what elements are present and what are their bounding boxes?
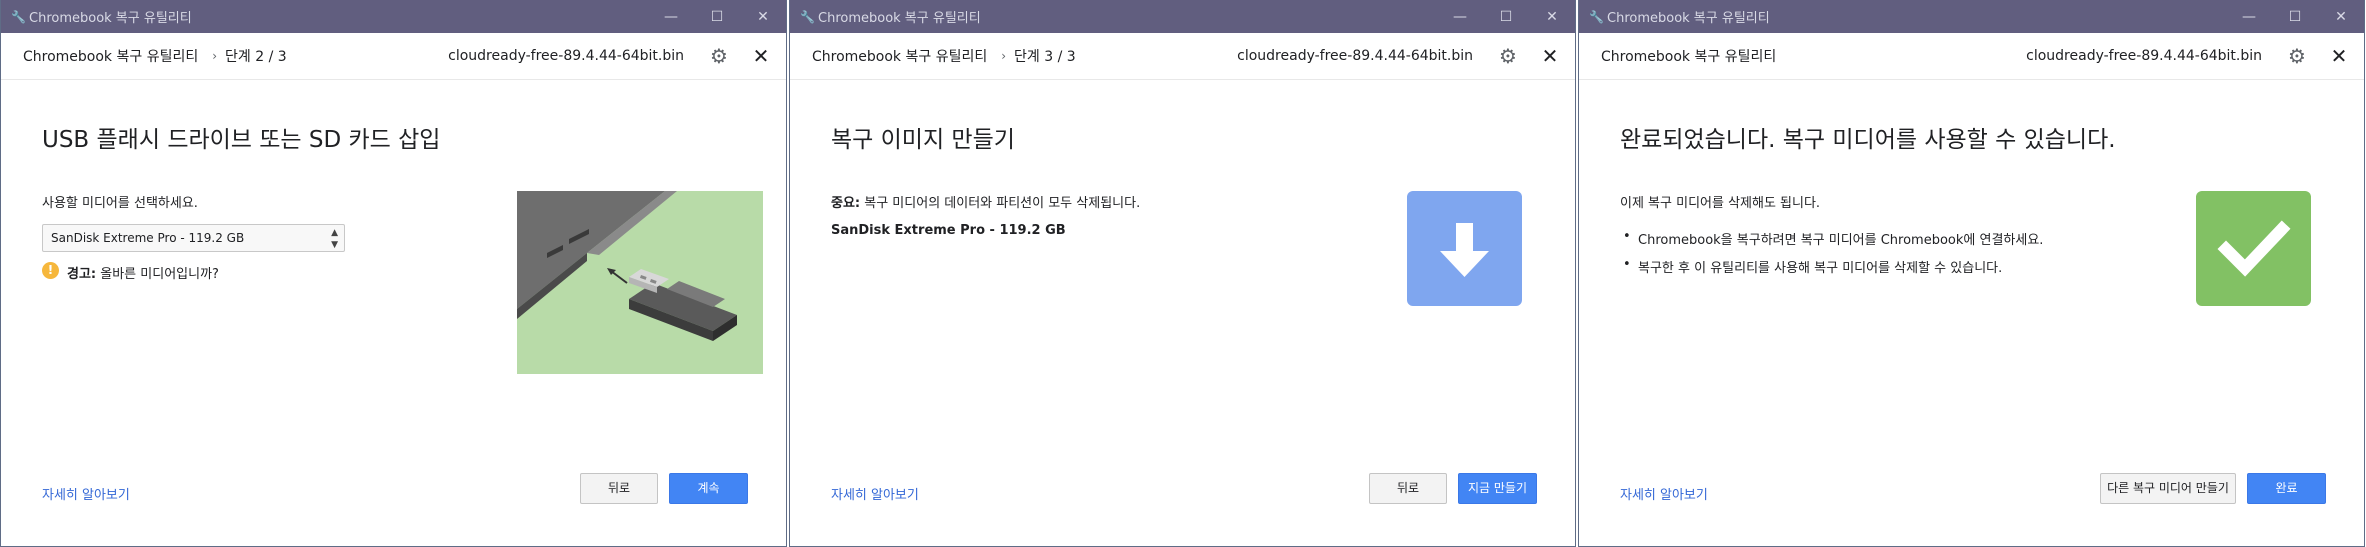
continue-button[interactable]: 계속 [669,473,748,504]
close-icon[interactable]: ✕ [1539,45,1561,67]
create-now-button[interactable]: 지금 만들기 [1458,473,1537,504]
close-icon[interactable]: ✕ [750,45,772,67]
window-title: Chromebook 복구 유틸리티 [1607,11,1770,26]
usb-insert-illustration [517,191,763,374]
maximize-button[interactable]: ☐ [694,9,740,25]
app-name: Chromebook 복구 유틸리티 [23,49,199,65]
page-title: USB 플래시 드라이브 또는 SD 카드 삽입 [42,127,441,153]
list-item: 복구한 후 이 유틸리티를 사용해 복구 미디어를 삭제할 수 있습니다. [1620,257,2043,276]
select-media-prompt: 사용할 미디어를 선택하세요. [42,196,198,211]
recovery-window-step3: 🔧 Chromebook 복구 유틸리티 — ☐ ✕ Chromebook 복구… [789,0,1576,547]
title-bar[interactable]: 🔧 Chromebook 복구 유틸리티 — ☐ ✕ [1579,0,2364,33]
app-header: Chromebook 복구 유틸리티 cloudready-free-89.4.… [1579,33,2364,80]
back-button[interactable]: 뒤로 [1369,473,1447,504]
warning-text: 올바른 미디어입니까? [96,267,219,282]
window-close-button[interactable]: ✕ [1529,9,1575,25]
window-close-button[interactable]: ✕ [2318,9,2364,25]
title-bar[interactable]: 🔧 Chromebook 복구 유틸리티 — ☐ ✕ [790,0,1575,33]
selected-device: SanDisk Extreme Pro - 119.2 GB [831,223,1066,238]
gear-icon[interactable]: ⚙ [708,45,730,67]
window-close-button[interactable]: ✕ [740,9,786,25]
app-wrench-icon: 🔧 [800,9,815,24]
recovery-window-complete: 🔧 Chromebook 복구 유틸리티 — ☐ ✕ Chromebook 복구… [1578,0,2365,547]
learn-more-link[interactable]: 자세히 알아보기 [831,484,919,503]
minimize-button[interactable]: — [2226,9,2272,25]
important-text: 복구 미디어의 데이터와 파티션이 모두 삭제됩니다. [860,196,1141,211]
warning-message: 경고: 올바른 미디어입니까? [67,263,219,282]
select-arrows-icon: ▲ ▼ [331,228,338,250]
app-wrench-icon: 🔧 [11,9,26,24]
gear-icon[interactable]: ⚙ [1497,45,1519,67]
create-another-media-button[interactable]: 다른 복구 미디어 만들기 [2100,473,2236,504]
warning-label: 경고: [67,267,97,282]
window-title: Chromebook 복구 유틸리티 [29,11,192,26]
close-icon[interactable]: ✕ [2328,45,2350,67]
step-indicator: 단계 3 / 3 [1014,49,1076,65]
back-button[interactable]: 뒤로 [580,473,658,504]
app-header: Chromebook 복구 유틸리티 › 단계 2 / 3 cloudready… [1,33,786,80]
app-name: Chromebook 복구 유틸리티 [1601,49,1777,65]
image-file-name: cloudready-free-89.4.44-64bit.bin [448,48,684,64]
app-header: Chromebook 복구 유틸리티 › 단계 3 / 3 cloudready… [790,33,1575,80]
learn-more-link[interactable]: 자세히 알아보기 [1620,484,1708,503]
gear-icon[interactable]: ⚙ [2286,45,2308,67]
info-text: 이제 복구 미디어를 삭제해도 됩니다. [1620,196,1821,211]
done-button[interactable]: 완료 [2247,473,2326,504]
minimize-button[interactable]: — [1437,9,1483,25]
chevron-right-icon: › [1001,49,1007,63]
chevron-right-icon: › [212,49,218,63]
image-file-name: cloudready-free-89.4.44-64bit.bin [2026,48,2262,64]
page-title: 완료되었습니다. 복구 미디어를 사용할 수 있습니다. [1620,127,2116,153]
title-bar[interactable]: 🔧 Chromebook 복구 유틸리티 — ☐ ✕ [1,0,786,33]
checkmark-icon [2196,191,2311,306]
image-file-name: cloudready-free-89.4.44-64bit.bin [1237,48,1473,64]
important-label: 중요: [831,196,861,211]
window-title: Chromebook 복구 유틸리티 [818,11,981,26]
media-select[interactable]: SanDisk Extreme Pro - 119.2 GB ▲ ▼ [42,224,345,252]
page-title: 복구 이미지 만들기 [831,127,1015,153]
warning-icon: ! [42,262,59,279]
learn-more-link[interactable]: 자세히 알아보기 [42,484,130,503]
app-name: Chromebook 복구 유틸리티 [812,49,988,65]
step-indicator: 단계 2 / 3 [225,49,287,65]
list-item: Chromebook을 복구하려면 복구 미디어를 Chromebook에 연결… [1620,229,2043,248]
maximize-button[interactable]: ☐ [2272,9,2318,25]
next-steps-list: Chromebook을 복구하려면 복구 미디어를 Chromebook에 연결… [1620,229,2043,285]
download-arrow-icon [1407,191,1522,306]
app-wrench-icon: 🔧 [1589,9,1604,24]
important-notice: 중요: 복구 미디어의 데이터와 파티션이 모두 삭제됩니다. [831,192,1140,211]
media-select-value: SanDisk Extreme Pro - 119.2 GB [51,231,245,245]
minimize-button[interactable]: — [648,9,694,25]
recovery-window-step2: 🔧 Chromebook 복구 유틸리티 — ☐ ✕ Chromebook 복구… [0,0,787,547]
maximize-button[interactable]: ☐ [1483,9,1529,25]
